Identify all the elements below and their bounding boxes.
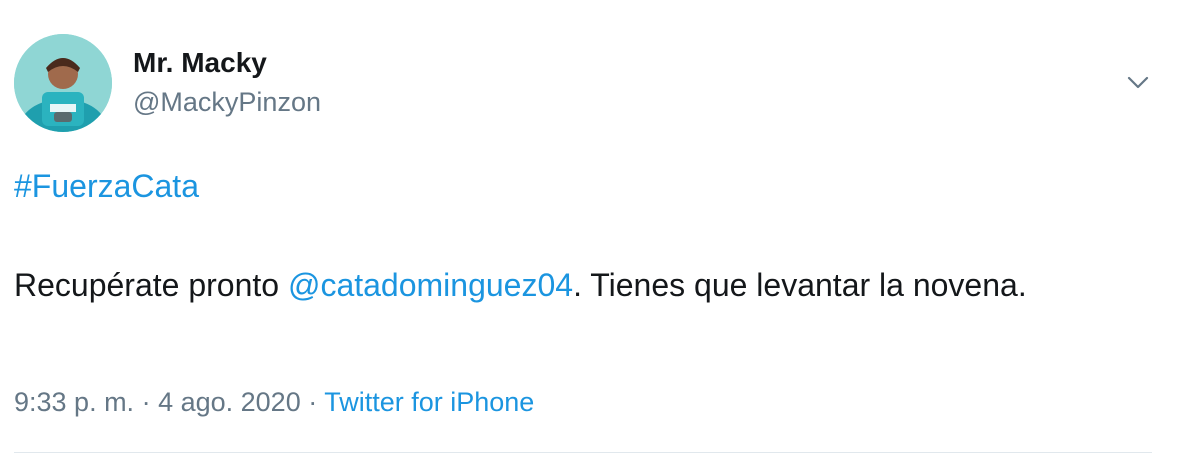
tweet-source-link[interactable]: Twitter for iPhone — [324, 387, 534, 417]
author-handle[interactable]: @MackyPinzon — [133, 87, 321, 118]
tweet-text: Recupérate pronto @catadominguez04. Tien… — [14, 263, 1134, 308]
tweet-text-before: Recupérate pronto — [14, 267, 288, 303]
tweet-date[interactable]: 4 ago. 2020 — [158, 387, 301, 417]
tweet-time[interactable]: 9:33 p. m. — [14, 387, 134, 417]
tweet-text-after: . Tienes que levantar la novena. — [573, 267, 1027, 303]
avatar[interactable] — [14, 34, 112, 132]
hashtag-link[interactable]: #FuerzaCata — [14, 168, 199, 205]
meta-separator: · — [300, 387, 325, 417]
chevron-down-icon[interactable] — [1124, 68, 1152, 96]
mention-link[interactable]: @catadominguez04 — [288, 267, 573, 303]
avatar-image — [14, 34, 112, 132]
tweet-card: Mr. Macky @MackyPinzon #FuerzaCata Recup… — [0, 0, 1198, 456]
tweet-meta: 9:33 p. m. · 4 ago. 2020 · Twitter for i… — [14, 387, 534, 418]
meta-separator: · — [134, 387, 159, 417]
divider — [14, 452, 1152, 453]
author-name[interactable]: Mr. Macky — [133, 47, 267, 79]
